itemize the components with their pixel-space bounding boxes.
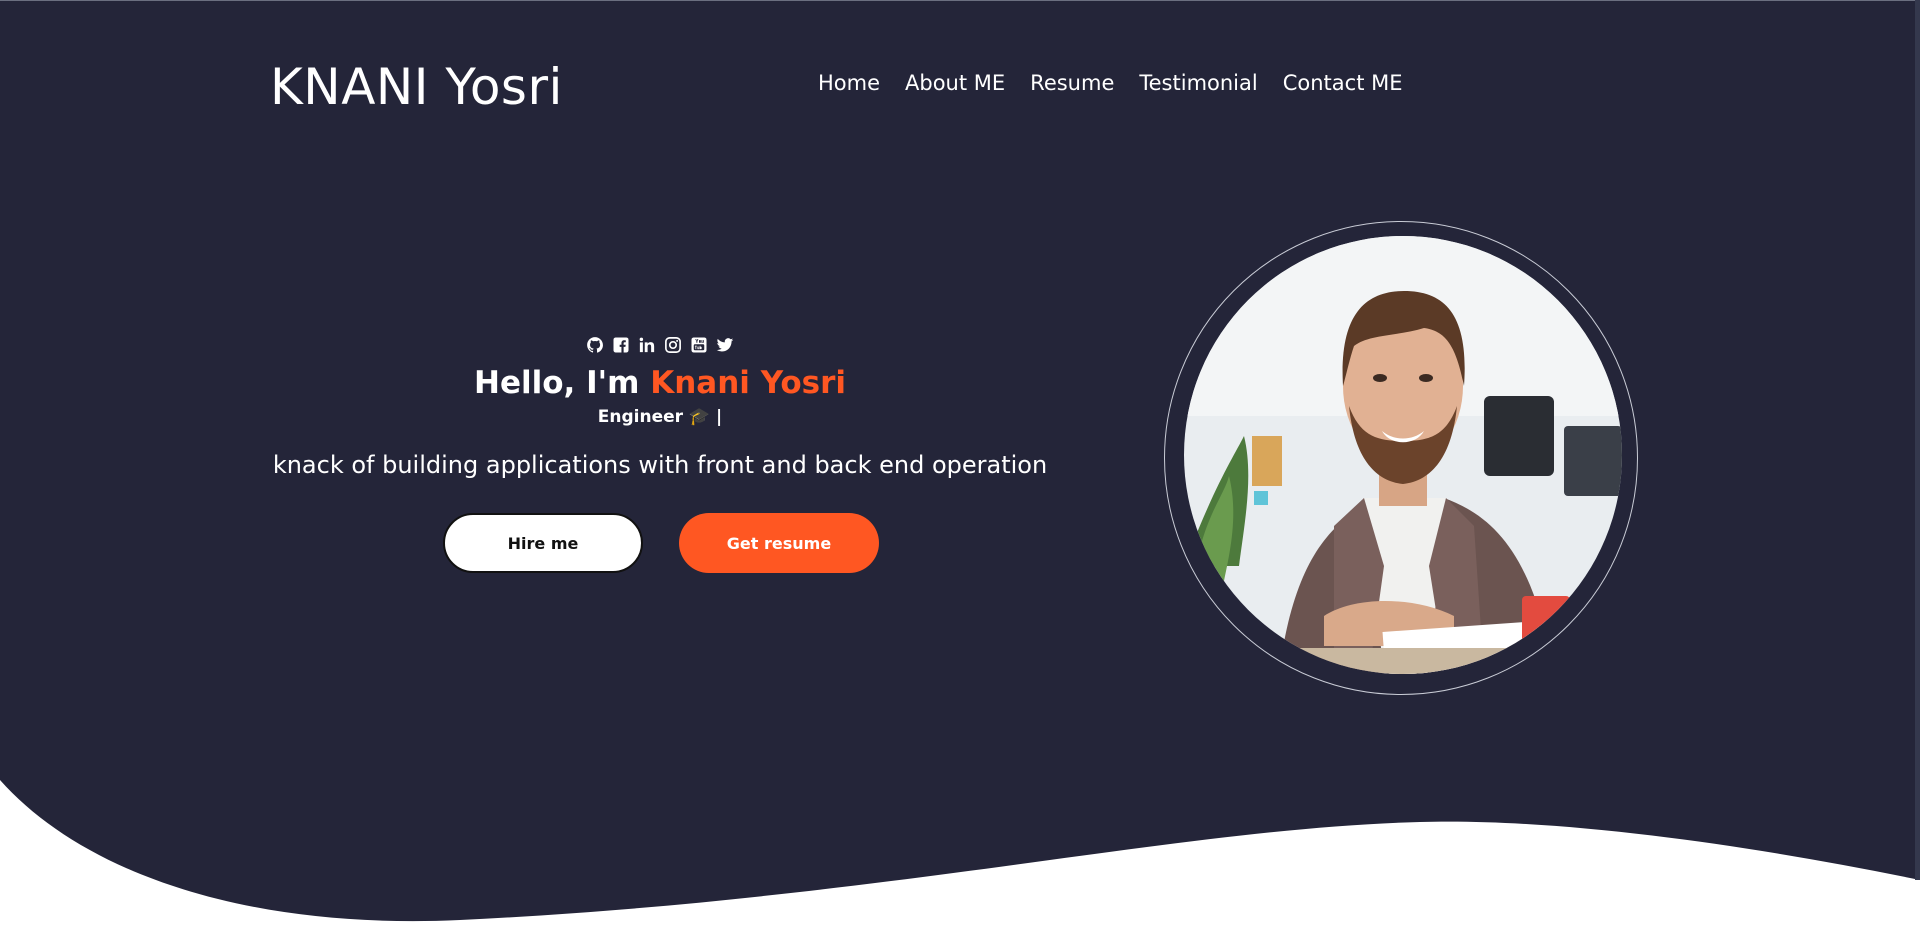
page: KNANI Yosri Home About ME Resume Testimo… [0,0,1920,941]
main-nav: Home About ME Resume Testimonial Contact… [818,71,1402,95]
github-icon[interactable] [586,336,604,354]
nav-item-testimonial[interactable]: Testimonial [1139,71,1257,95]
hero-name: Knani Yosri [650,365,846,401]
linkedin-icon[interactable] [638,336,656,354]
get-resume-button[interactable]: Get resume [679,513,879,573]
profile-photo [1184,236,1622,674]
nav-item-about[interactable]: About ME [905,71,1005,95]
hire-me-button[interactable]: Hire me [443,513,643,573]
hero-greeting: Hello, I'm Knani Yosri [270,364,1050,402]
nav-item-home[interactable]: Home [818,71,880,95]
facebook-icon[interactable] [612,336,630,354]
greeting-prefix: Hello, I'm [474,365,651,401]
hero-intro: Hello, I'm Knani Yosri Engineer 🎓 | knac… [270,333,1050,480]
social-links [270,333,1050,357]
instagram-icon[interactable] [664,336,682,354]
hero-buttons: Hire me Get resume [443,513,879,573]
scrollbar-track[interactable] [1915,0,1920,880]
top-border [0,0,1920,1]
site-logo[interactable]: KNANI Yosri [270,58,563,116]
hero-role: Engineer 🎓 | [597,407,723,427]
twitter-icon[interactable] [716,336,734,354]
nav-item-resume[interactable]: Resume [1030,71,1114,95]
youtube-icon[interactable] [690,336,708,354]
nav-item-contact[interactable]: Contact ME [1283,71,1403,95]
hero-tagline: knack of building applications with fron… [272,451,1048,479]
